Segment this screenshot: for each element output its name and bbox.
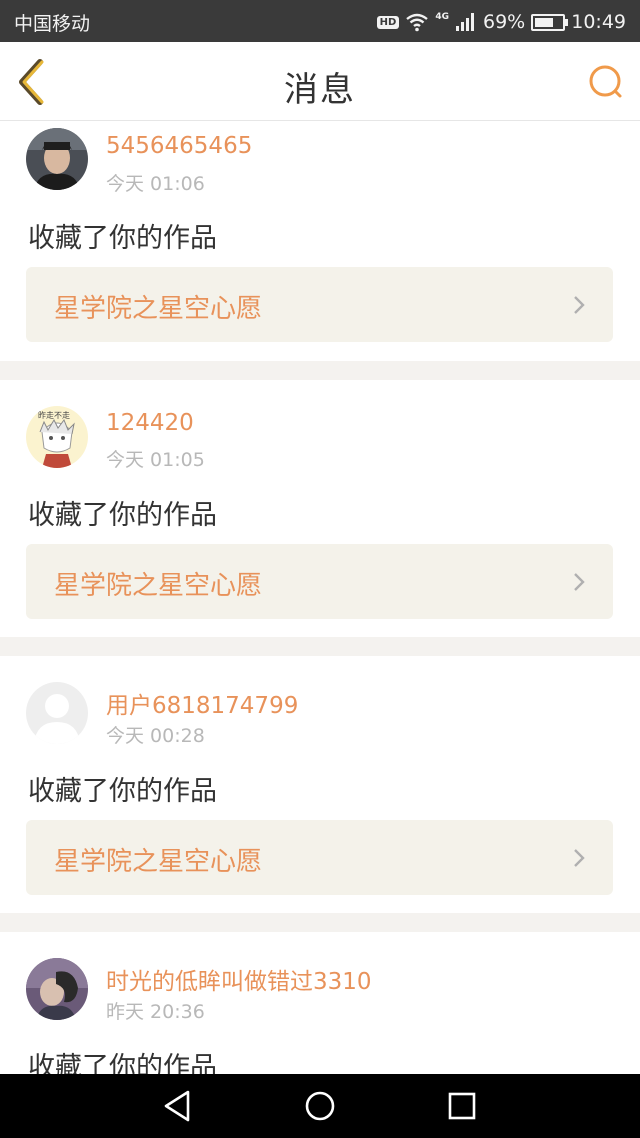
- hd-badge: HD: [376, 15, 400, 29]
- message-card: 用户6818174799 今天 00:28 收藏了你的作品 星学院之星空心愿: [0, 656, 640, 913]
- chevron-right-icon: [574, 849, 585, 867]
- username[interactable]: 时光的低眸叫做错过3310: [106, 962, 372, 996]
- triangle-back-icon[interactable]: [158, 1088, 198, 1124]
- work-title: 星学院之星空心愿: [54, 847, 263, 877]
- work-title: 星学院之星空心愿: [54, 571, 263, 601]
- signal-icon: [456, 13, 474, 31]
- avatar[interactable]: [26, 128, 88, 190]
- clock: 10:49: [571, 11, 626, 33]
- battery-level: [535, 17, 554, 27]
- username[interactable]: 124420: [106, 410, 194, 436]
- status-icons: HD 4G 69% 10:49: [376, 9, 626, 35]
- search-button[interactable]: [586, 62, 626, 102]
- divider: [0, 637, 640, 656]
- message-list[interactable]: 5456465465 今天 01:06 收藏了你的作品 星学院之星空心愿 昨走不…: [0, 121, 640, 1074]
- avatar[interactable]: 昨走不走: [26, 406, 88, 468]
- page-title: 消息: [284, 70, 356, 110]
- message-card: 5456465465 今天 01:06 收藏了你的作品 星学院之星空心愿: [0, 121, 640, 361]
- battery-icon: [531, 13, 569, 31]
- message-time: 昨天 20:36: [106, 1001, 205, 1023]
- chevron-right-icon: [574, 573, 585, 591]
- work-link[interactable]: 星学院之星空心愿: [26, 267, 613, 342]
- message-time: 今天 01:05: [106, 449, 205, 471]
- status-bar: 中国移动 HD 4G 69% 10:49: [0, 0, 640, 42]
- avatar[interactable]: [26, 682, 88, 744]
- divider: [0, 361, 640, 380]
- work-title: 星学院之星空心愿: [54, 294, 263, 324]
- avatar-photo-icon: [26, 958, 88, 1020]
- message-card: 时光的低眸叫做错过3310 昨天 20:36 收藏了你的作品: [0, 932, 640, 1074]
- username[interactable]: 用户6818174799: [106, 686, 298, 720]
- action-text: 收藏了你的作品: [28, 500, 217, 531]
- circle-home-icon[interactable]: [300, 1088, 340, 1124]
- message-time: 今天 01:06: [106, 173, 205, 195]
- search-icon: [589, 65, 622, 98]
- carrier-name: 中国移动: [14, 13, 91, 35]
- action-text: 收藏了你的作品: [28, 1052, 217, 1074]
- avatar-default-icon: [26, 682, 88, 744]
- avatar[interactable]: [26, 958, 88, 1020]
- action-text: 收藏了你的作品: [28, 776, 217, 807]
- wifi-icon: [406, 13, 429, 32]
- username[interactable]: 5456465465: [106, 133, 252, 159]
- avatar-anime-icon: 昨走不走: [26, 406, 88, 468]
- action-text: 收藏了你的作品: [28, 223, 217, 254]
- avatar-photo-icon: [26, 128, 88, 190]
- work-link[interactable]: 星学院之星空心愿: [26, 820, 613, 895]
- app-header: 消息: [0, 42, 640, 121]
- work-link[interactable]: 星学院之星空心愿: [26, 544, 613, 619]
- divider: [0, 913, 640, 932]
- battery-percent: 69%: [483, 11, 526, 33]
- message-card: 昨走不走 124420 今天 01:05 收藏了你的作品 星学院之星空心愿: [0, 380, 640, 637]
- svg-text:昨走不走: 昨走不走: [38, 410, 70, 420]
- chevron-right-icon: [574, 296, 585, 314]
- square-recents-icon[interactable]: [442, 1088, 482, 1124]
- message-time: 今天 00:28: [106, 725, 205, 747]
- system-nav-bar: [0, 1074, 640, 1138]
- network-type: 4G: [435, 12, 449, 22]
